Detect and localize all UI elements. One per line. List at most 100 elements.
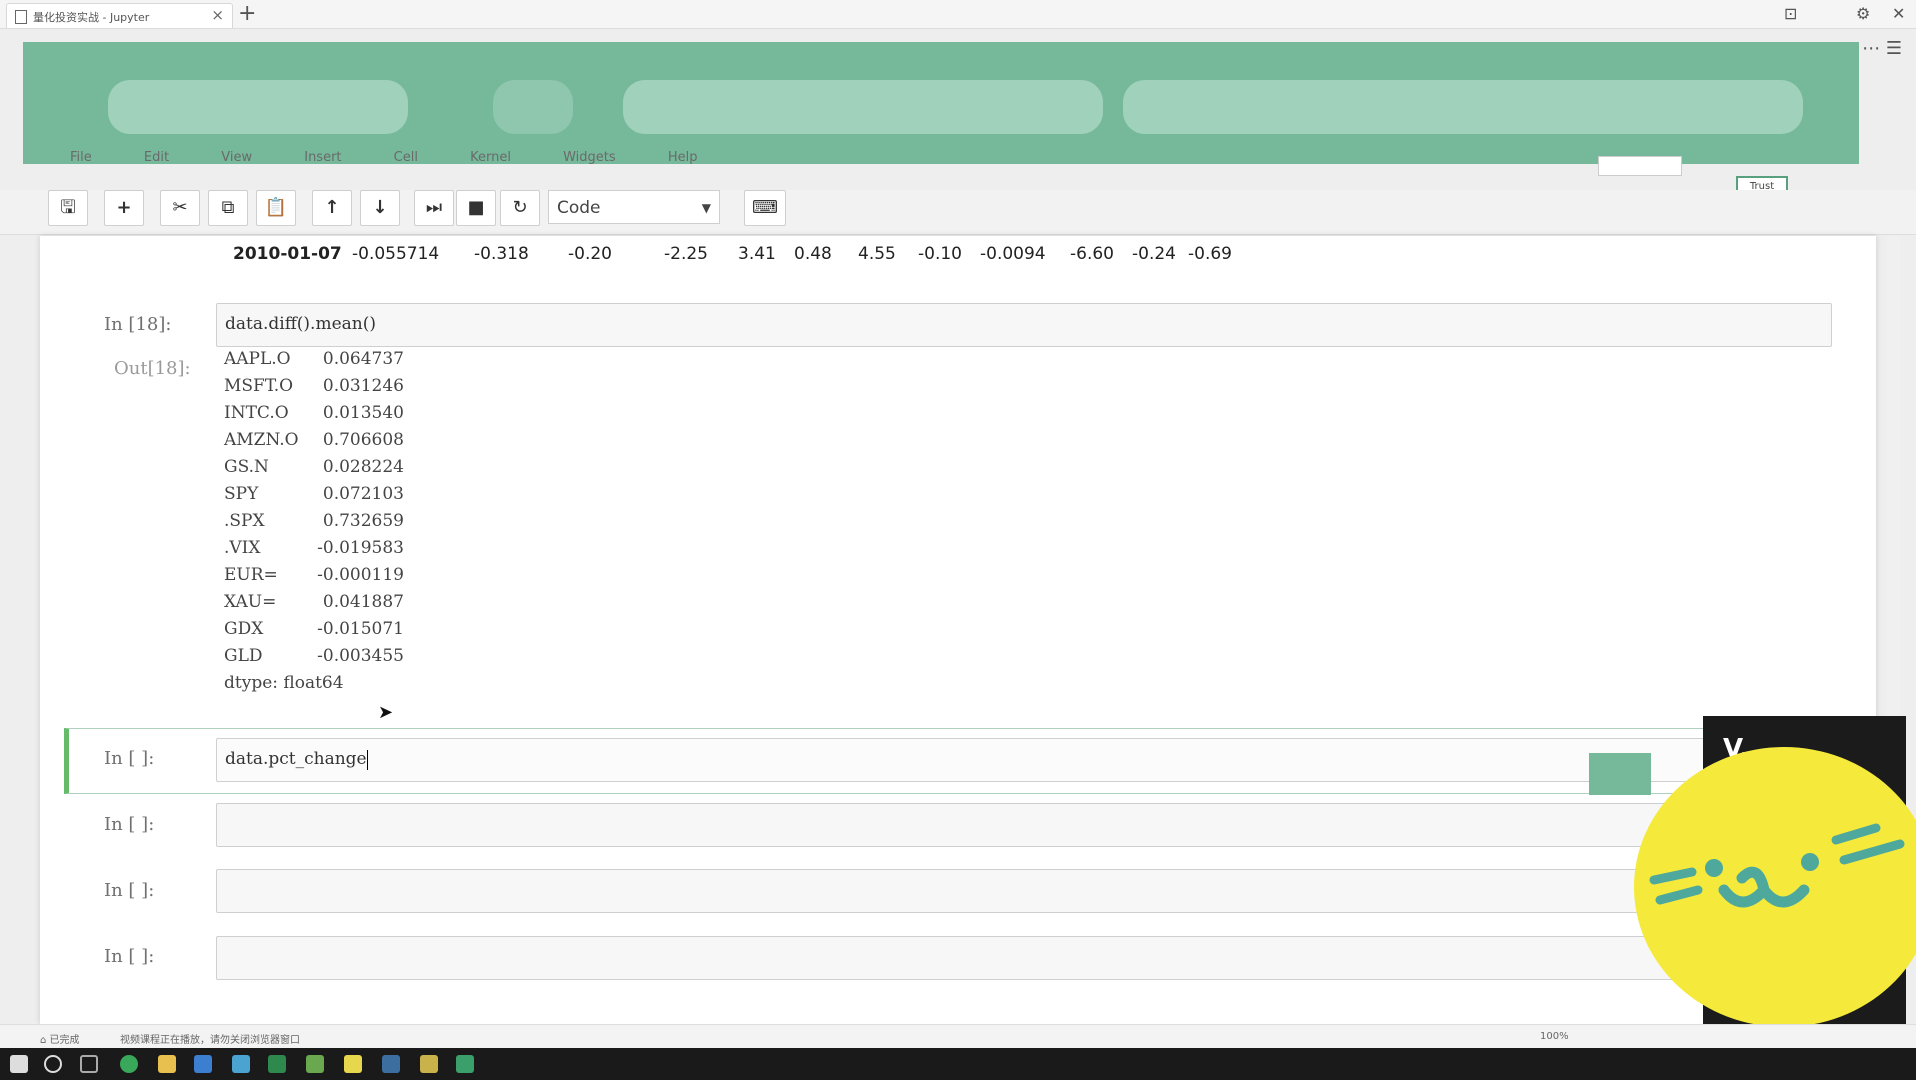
- app-icon[interactable]: [268, 1055, 286, 1073]
- series-key: .SPX: [224, 511, 265, 531]
- input-prompt: In [18]:: [104, 314, 172, 335]
- browser-menu-icon[interactable]: ⋯ ☰: [1862, 38, 1902, 59]
- app-icon[interactable]: [344, 1055, 362, 1073]
- menu-help[interactable]: Help: [668, 150, 698, 165]
- save-button[interactable]: 🖫: [48, 190, 88, 226]
- sticker-eye-left: [1705, 859, 1723, 877]
- task-view-icon[interactable]: [80, 1055, 98, 1073]
- app-icon[interactable]: [420, 1055, 438, 1073]
- browser-tab[interactable]: 量化投资实战 - Jupyter ×: [6, 3, 233, 28]
- series-value: 0.072103: [322, 484, 404, 504]
- series-value: -0.003455: [317, 646, 404, 666]
- cut-button[interactable]: ✂: [160, 190, 200, 226]
- close-window-icon[interactable]: ✕: [1892, 4, 1905, 23]
- app-icon[interactable]: [306, 1055, 324, 1073]
- browser-status-bar: ⌂ 已完成 视频课程正在播放，请勿关闭浏览器窗口 100%: [0, 1024, 1916, 1049]
- series-key: .VIX: [224, 538, 261, 558]
- status-message: 视频课程正在播放，请勿关闭浏览器窗口: [120, 1035, 300, 1046]
- app-icon[interactable]: [232, 1055, 250, 1073]
- restore-icon[interactable]: ⊡: [1784, 4, 1797, 23]
- code-text: data.pct_change: [225, 749, 368, 770]
- chevron-down-icon: ▼: [701, 201, 711, 215]
- interrupt-button[interactable]: ■: [456, 190, 496, 226]
- series-value: 0.064737: [322, 349, 404, 369]
- move-down-button[interactable]: ↓: [360, 190, 400, 226]
- app-icon[interactable]: [382, 1055, 400, 1073]
- blurred-text: [623, 80, 1103, 134]
- notebook-toolbar: 🖫 + ✂ ⧉ 📋 ↑ ↓ ⏭ ■ ↻ Code ▼ ⌨: [0, 190, 1916, 235]
- menu-file[interactable]: File: [70, 150, 92, 165]
- series-key: MSFT.O: [224, 376, 294, 396]
- close-tab-icon[interactable]: ×: [211, 6, 224, 24]
- zoom-level[interactable]: 100%: [1540, 1031, 1569, 1042]
- code-cell-input[interactable]: [216, 803, 1806, 847]
- table-cell: -0.318: [474, 244, 529, 264]
- table-cell: -0.055714: [352, 244, 440, 264]
- cell-type-select[interactable]: Code ▼: [548, 190, 720, 224]
- notebook-menu-bar: File Edit View Insert Cell Kernel Widget…: [70, 150, 745, 165]
- code-text: data.diff().mean(): [225, 314, 376, 334]
- new-tab-button[interactable]: +: [238, 1, 256, 26]
- move-up-button[interactable]: ↑: [312, 190, 352, 226]
- tab-title: 量化投资实战 - Jupyter: [33, 11, 150, 24]
- table-cell: -0.24: [1132, 244, 1176, 264]
- menu-view[interactable]: View: [221, 150, 252, 165]
- series-value: -0.000119: [317, 565, 404, 585]
- blurred-text: [108, 80, 408, 134]
- blurred-text: [1123, 80, 1803, 134]
- notebook-page: 2010-01-07 -0.055714 -0.318 -0.20 -2.25 …: [40, 236, 1876, 1024]
- input-prompt: In [ ]:: [104, 814, 155, 835]
- series-key: INTC.O: [224, 403, 289, 423]
- settings-icon[interactable]: ⚙: [1856, 4, 1870, 23]
- keyboard-shortcuts-button[interactable]: ⌨: [744, 190, 786, 226]
- app-icon[interactable]: [456, 1055, 474, 1073]
- browser-tab-bar: 量化投资实战 - Jupyter × + ⊡ ⚙ ✕: [0, 0, 1916, 29]
- series-value: 0.706608: [322, 430, 404, 450]
- paste-button[interactable]: 📋: [256, 190, 296, 226]
- table-cell: -2.25: [664, 244, 708, 264]
- table-cell: -0.69: [1188, 244, 1232, 264]
- table-cell: -0.20: [568, 244, 612, 264]
- series-value: 0.028224: [322, 457, 404, 477]
- code-cell-input[interactable]: data.pct_change: [216, 738, 1806, 782]
- restart-button[interactable]: ↻: [500, 190, 540, 226]
- series-value: 0.732659: [322, 511, 404, 531]
- series-key: SPY: [224, 484, 259, 504]
- series-value: -0.015071: [317, 619, 404, 639]
- page-icon: [15, 10, 27, 24]
- blurred-text: [493, 80, 573, 134]
- folder-app-icon[interactable]: [158, 1055, 176, 1073]
- menu-edit[interactable]: Edit: [144, 150, 169, 165]
- copy-button[interactable]: ⧉: [208, 190, 248, 226]
- series-key: GDX: [224, 619, 264, 639]
- kernel-indicator: [1598, 156, 1682, 176]
- browser-app-icon[interactable]: [120, 1055, 138, 1073]
- series-value: -0.019583: [317, 538, 404, 558]
- input-prompt: In [ ]:: [104, 880, 155, 901]
- run-button[interactable]: ⏭: [414, 190, 454, 226]
- search-icon[interactable]: [44, 1055, 62, 1073]
- series-key: EUR=: [224, 565, 278, 585]
- app-icon[interactable]: [194, 1055, 212, 1073]
- start-icon[interactable]: [10, 1055, 28, 1073]
- series-key: XAU=: [224, 592, 277, 612]
- text-cursor: [366, 749, 368, 770]
- status-left: ⌂ 已完成: [40, 1035, 80, 1046]
- code-cell-input[interactable]: [216, 936, 1806, 980]
- menu-kernel[interactable]: Kernel: [470, 150, 511, 165]
- insert-cell-button[interactable]: +: [104, 190, 144, 226]
- table-cell: 3.41: [738, 244, 776, 264]
- input-prompt: In [ ]:: [104, 946, 155, 967]
- menu-widgets[interactable]: Widgets: [563, 150, 616, 165]
- menu-insert[interactable]: Insert: [304, 150, 341, 165]
- table-cell: 4.55: [858, 244, 896, 264]
- sticker-background: [1634, 747, 1916, 1027]
- cat-face-sticker: [1634, 747, 1916, 1027]
- menu-cell[interactable]: Cell: [394, 150, 418, 165]
- series-key: AAPL.O: [224, 349, 291, 369]
- sticker-eye-right: [1801, 853, 1819, 871]
- code-cell-input[interactable]: data.diff().mean(): [216, 303, 1832, 347]
- overlay-banner: [23, 42, 1859, 164]
- cell-type-value: Code: [557, 198, 601, 218]
- code-cell-input[interactable]: [216, 869, 1806, 913]
